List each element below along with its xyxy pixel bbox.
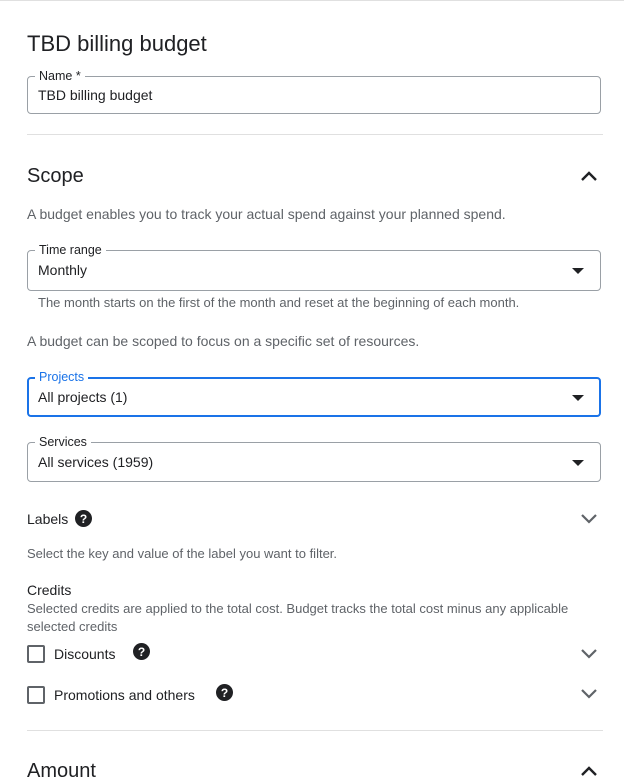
projects-label: Projects bbox=[35, 369, 89, 385]
chevron-up-icon[interactable] bbox=[579, 762, 599, 782]
scope-description: A budget enables you to track your actua… bbox=[27, 206, 506, 222]
time-range-select[interactable]: Time range Monthly bbox=[27, 242, 601, 291]
name-field-label: Name * bbox=[35, 68, 85, 84]
page-title: TBD billing budget bbox=[27, 31, 207, 56]
labels-description: Select the key and value of the label yo… bbox=[27, 546, 338, 561]
services-label: Services bbox=[35, 434, 91, 450]
time-range-hint: The month starts on the first of the mon… bbox=[38, 295, 520, 310]
chevron-up-icon[interactable] bbox=[579, 167, 599, 187]
resources-note: A budget can be scoped to focus on a spe… bbox=[27, 333, 420, 349]
scope-section-title: Scope bbox=[27, 165, 84, 187]
svg-text:?: ? bbox=[221, 686, 228, 700]
labels-title: Labels bbox=[27, 511, 69, 527]
arrow-drop-down-icon bbox=[572, 395, 584, 401]
name-field[interactable]: Name * TBD billing budget bbox=[27, 68, 601, 114]
name-field-value[interactable]: TBD billing budget bbox=[38, 87, 152, 103]
promotions-checkbox[interactable] bbox=[27, 686, 45, 704]
chevron-down-icon[interactable] bbox=[579, 683, 599, 703]
arrow-drop-down-icon bbox=[572, 268, 584, 274]
section-divider bbox=[27, 134, 603, 135]
credits-title: Credits bbox=[27, 582, 72, 598]
top-border bbox=[0, 0, 624, 1]
services-select[interactable]: Services All services (1959) bbox=[27, 434, 601, 482]
section-divider bbox=[27, 730, 603, 731]
help-circle-icon[interactable]: ? bbox=[216, 684, 233, 701]
chevron-down-icon[interactable] bbox=[579, 508, 599, 528]
arrow-drop-down-icon bbox=[572, 460, 584, 466]
services-value: All services (1959) bbox=[38, 454, 154, 470]
chevron-down-icon[interactable] bbox=[579, 643, 599, 663]
help-circle-icon[interactable]: ? bbox=[75, 510, 92, 527]
credits-description: Selected credits are applied to the tota… bbox=[27, 601, 569, 634]
svg-text:?: ? bbox=[138, 645, 145, 659]
amount-section-title: Amount bbox=[27, 760, 96, 782]
discounts-checkbox[interactable] bbox=[27, 645, 45, 663]
time-range-label: Time range bbox=[35, 242, 106, 258]
promotions-label: Promotions and others bbox=[54, 687, 195, 703]
help-circle-icon[interactable]: ? bbox=[133, 643, 150, 660]
time-range-value: Monthly bbox=[38, 262, 88, 278]
svg-text:?: ? bbox=[80, 512, 87, 526]
projects-select[interactable]: Projects All projects (1) bbox=[27, 369, 601, 417]
discounts-label: Discounts bbox=[54, 646, 116, 662]
projects-value: All projects (1) bbox=[38, 389, 128, 405]
